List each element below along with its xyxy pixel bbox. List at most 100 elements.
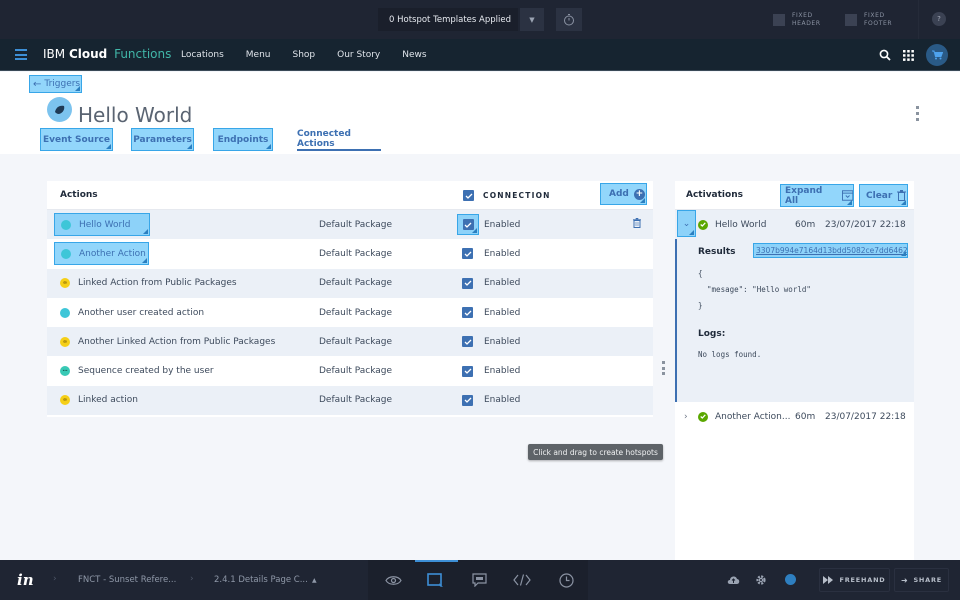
screen-dropdown-caret-icon[interactable]: ▲ [312, 577, 317, 584]
connection-checkbox[interactable] [462, 307, 473, 319]
action-name: Linked action [78, 395, 138, 406]
connection-checkbox-hotspot[interactable] [457, 214, 479, 235]
back-to-triggers-link[interactable]: ← Triggers [29, 75, 82, 93]
hotspot-templates-caret-icon[interactable]: ▼ [520, 8, 544, 31]
linked-action-icon: ∞ [60, 395, 70, 406]
comment-mode-button[interactable] [470, 572, 488, 588]
expand-all-label: Expand All [785, 185, 823, 206]
table-row[interactable]: ⋯ Sequence created by the user Default Pac… [47, 356, 653, 385]
preview-mode-button[interactable] [384, 572, 402, 588]
delete-row-button[interactable] [633, 218, 641, 231]
cart-button[interactable] [926, 44, 948, 66]
inspect-mode-button[interactable] [513, 572, 531, 588]
connection-status: Enabled [484, 248, 521, 259]
activation-name: Hello World [715, 219, 767, 230]
connection-checkbox[interactable] [462, 219, 474, 230]
table-row[interactable]: Hello World Default Package Enabled [47, 210, 653, 240]
help-button[interactable]: ? [932, 12, 946, 26]
panel-resize-handle[interactable] [662, 361, 665, 375]
settings-gear-icon[interactable] [755, 574, 767, 586]
main-nav: Locations Menu Shop Our Story News [181, 50, 449, 60]
nav-news[interactable]: News [402, 50, 426, 60]
chevron-right-icon: › [53, 574, 57, 584]
connection-checkbox[interactable] [462, 365, 473, 377]
share-label: SHARE [913, 576, 943, 584]
action-name-cell[interactable]: Another Action [54, 242, 149, 266]
action-package: Default Package [319, 219, 393, 230]
activation-item[interactable]: ⌄ Hello World 60m 23/07/2017 22:18 [675, 210, 914, 239]
chevron-right-icon: › [190, 574, 194, 584]
tab-parameters[interactable]: Parameters [131, 128, 194, 151]
invision-top-toolbar: 0 Hotspot Templates Applied ▼ FIXED HEADE… [0, 0, 960, 39]
activations-header: Activations Expand All Clear [675, 181, 914, 210]
result-json: { "mesage": "Hello world" } [698, 269, 811, 310]
app-grid-icon[interactable] [903, 49, 914, 61]
nav-shop[interactable]: Shop [292, 50, 315, 60]
table-row[interactable]: Another user created action Default Packa… [47, 298, 653, 327]
freehand-button[interactable]: FREEHAND [819, 568, 890, 592]
activation-duration: 60m [795, 219, 816, 230]
build-mode-button[interactable] [426, 572, 444, 588]
logs-value: No logs found. [698, 350, 762, 359]
connection-status: Enabled [484, 278, 521, 289]
fixed-header-checkbox[interactable] [773, 14, 785, 26]
action-name-cell[interactable]: Hello World [54, 213, 150, 236]
table-row[interactable]: Another Action Default Package Enabled [47, 239, 653, 268]
activation-duration: 60m [795, 411, 816, 422]
trigger-avatar [47, 97, 72, 122]
expand-all-button[interactable]: Expand All [780, 184, 854, 207]
connection-checkbox[interactable] [462, 394, 473, 406]
fixed-header-toggle[interactable]: FIXED HEADER [773, 12, 821, 28]
hotspot-templates-select[interactable]: 0 Hotspot Templates Applied [378, 8, 518, 31]
logs-label: Logs: [698, 329, 726, 339]
hamburger-menu-icon[interactable] [15, 49, 27, 60]
tab-event-source[interactable]: Event Source [40, 128, 113, 151]
tab-endpoints[interactable]: Endpoints [213, 128, 273, 151]
nav-menu[interactable]: Menu [246, 50, 271, 60]
timer-button[interactable] [556, 8, 582, 31]
fixed-header-label-1: FIXED [792, 12, 813, 19]
table-row[interactable]: ∞ Linked Action from Public Packages Defau… [47, 268, 653, 298]
breadcrumb-project[interactable]: FNCT - Sunset Refere... [78, 575, 176, 585]
connection-checkbox[interactable] [462, 248, 473, 260]
code-icon [513, 574, 531, 586]
nav-locations[interactable]: Locations [181, 50, 224, 60]
activation-item[interactable]: › Another Action... 60m 23/07/2017 22:18 [675, 402, 914, 431]
collapse-chevron-icon[interactable]: ⌄ [677, 210, 696, 237]
share-button[interactable]: ➜ SHARE [894, 568, 949, 592]
select-all-checkbox[interactable] [463, 190, 474, 201]
brand-ibm: IBM [43, 47, 66, 61]
activation-timestamp: 23/07/2017 22:18 [825, 411, 906, 422]
clear-button[interactable]: Clear [859, 184, 908, 207]
fixed-footer-toggle[interactable]: FIXED FOOTER [845, 12, 892, 28]
history-mode-button[interactable] [557, 572, 575, 588]
comment-icon [471, 573, 487, 587]
table-row[interactable]: ∞ Linked action Default Package Enabled [47, 385, 653, 416]
connection-checkbox[interactable] [462, 336, 473, 348]
fixed-footer-checkbox[interactable] [845, 14, 857, 26]
plus-circle-icon: + [633, 188, 645, 200]
add-action-button[interactable]: Add + [600, 183, 647, 205]
checkmark-icon [464, 397, 471, 404]
tab-connected-actions[interactable]: Connected Actions [297, 128, 381, 151]
nav-our-story[interactable]: Our Story [337, 50, 380, 60]
results-label: Results [698, 247, 736, 257]
search-icon[interactable] [879, 49, 891, 61]
overflow-menu-icon[interactable] [916, 106, 920, 121]
connection-checkbox[interactable] [462, 277, 473, 289]
connection-status: Enabled [484, 219, 521, 230]
user-status-avatar[interactable] [785, 574, 796, 585]
table-row[interactable]: ∞ Another Linked Action from Public Packa… [47, 327, 653, 357]
add-label: Add [609, 189, 629, 199]
code-action-icon [61, 219, 71, 230]
brand-logo[interactable]: IBM Cloud Functions [43, 47, 171, 61]
success-check-icon [698, 411, 708, 422]
expand-chevron-icon[interactable]: › [684, 412, 688, 422]
invision-logo[interactable]: in [17, 571, 34, 589]
cloud-sync-icon[interactable] [727, 574, 740, 585]
activation-id-link[interactable]: 3307b994e7164d13bdd5082ce7dd6462 [753, 243, 908, 258]
actions-title: Actions [60, 190, 98, 200]
action-name: Hello World [79, 219, 131, 230]
breadcrumb-screen[interactable]: 2.4.1 Details Page C... [214, 575, 308, 585]
freehand-label: FREEHAND [839, 576, 886, 584]
